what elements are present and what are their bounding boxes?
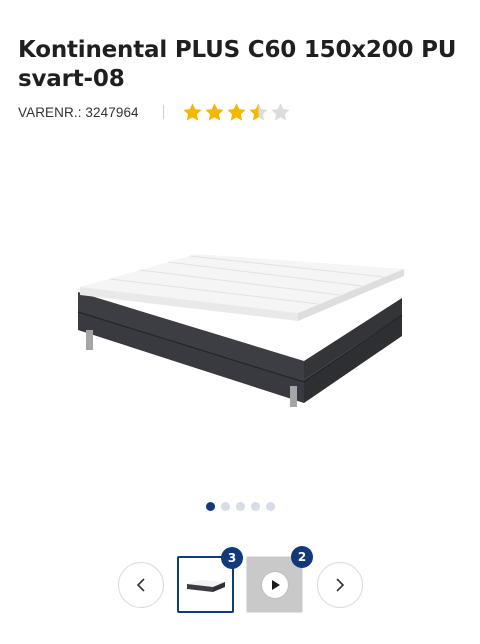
- play-icon: [261, 571, 288, 598]
- star-half-icon: [249, 102, 268, 121]
- gallery-pagination: [0, 502, 480, 511]
- gallery-next-button[interactable]: [317, 562, 363, 608]
- star-full-icon: [227, 102, 246, 121]
- thumbnail-images[interactable]: 3: [177, 547, 243, 613]
- pagination-dot[interactable]: [265, 502, 275, 511]
- product-meta: VARENR.: 3247964: [18, 100, 458, 124]
- continental-bed-image: [77, 254, 404, 407]
- product-main-image[interactable]: [0, 150, 480, 480]
- pagination-dot[interactable]: [220, 502, 230, 511]
- pagination-dot[interactable]: [250, 502, 260, 511]
- product-title: Kontinental PLUS C60 150x200 PU svart-08: [18, 37, 457, 92]
- chevron-right-icon: [336, 578, 345, 592]
- pagination-dot-active[interactable]: [205, 502, 215, 511]
- gallery-prev-button[interactable]: [118, 562, 164, 608]
- thumbnail-video[interactable]: 2: [246, 546, 313, 613]
- rating-stars[interactable]: [182, 102, 291, 123]
- thumbnail-images-count-badge: 3: [221, 547, 243, 569]
- pagination-dot[interactable]: [235, 502, 245, 511]
- thumbnail-strip: 3 2: [0, 546, 480, 616]
- thumbnail-video-count-badge: 2: [291, 546, 313, 568]
- sku-label: VARENR.: 3247964: [18, 104, 139, 120]
- star-full-icon: [205, 102, 224, 121]
- star-empty-icon: [271, 102, 290, 121]
- chevron-left-icon: [136, 578, 145, 592]
- meta-divider: [162, 105, 164, 119]
- star-full-icon: [183, 102, 202, 121]
